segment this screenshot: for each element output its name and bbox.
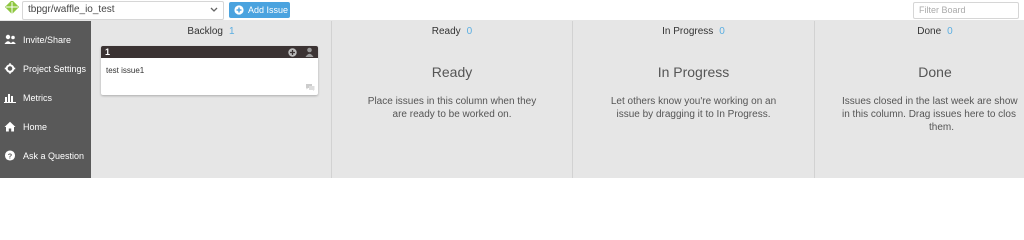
chevron-down-icon: [210, 7, 218, 12]
column-name: Backlog: [187, 26, 223, 37]
column-empty-title: In Progress: [657, 64, 730, 80]
issue-title: test issue1: [106, 66, 145, 75]
add-issue-button[interactable]: Add Issue: [229, 2, 290, 18]
add-issue-label: Add Issue: [248, 5, 289, 15]
sidebar-item-label: Metrics: [23, 93, 52, 103]
column-count: 1: [229, 26, 235, 37]
description-line: Issues closed in the last week are show: [842, 96, 1018, 107]
gear-icon: [4, 63, 16, 74]
description-line: issue by dragging it to In Progress.: [616, 109, 771, 120]
column-empty-title: Ready: [431, 64, 473, 80]
column-name: Ready: [431, 26, 461, 37]
svg-text:?: ?: [8, 151, 13, 160]
column-in-progress[interactable]: In Progress 0 In Progress Let others know…: [573, 21, 815, 178]
waffle-logo-icon[interactable]: [4, 1, 20, 17]
sidebar-item-project-settings[interactable]: Project Settings: [0, 54, 91, 82]
column-header: Done 0: [815, 26, 1024, 37]
column-header: Backlog 1: [91, 26, 331, 37]
top-bar: tbpgr/waffle_io_test Add Issue Filter Bo…: [0, 0, 1024, 21]
issue-card[interactable]: 1 test issue1: [101, 46, 318, 95]
description-line: them.: [929, 122, 955, 133]
users-icon: [4, 34, 16, 44]
bar-chart-icon: [4, 94, 16, 103]
column-ready[interactable]: Ready 0 Ready Place issues in this column…: [332, 21, 573, 178]
description-line: in this column. Drag issues here to clos: [842, 109, 1016, 120]
sidebar-item-label: Home: [23, 122, 48, 132]
repo-name: tbpgr/waffle_io_test: [28, 4, 115, 15]
comment-icon: [306, 84, 315, 91]
board: Backlog 1 1 test issue1 Ready 0 Ready Pl…: [91, 21, 1024, 178]
column-header: In Progress 0: [573, 26, 814, 37]
repo-selector[interactable]: tbpgr/waffle_io_test: [22, 1, 224, 20]
sidebar-item-label: Invite/Share: [23, 35, 72, 45]
column-empty-title: Done: [918, 64, 952, 80]
column-count: 0: [947, 26, 953, 37]
column-empty-description: Let others know you're working on an iss…: [573, 95, 814, 121]
plus-circle-icon[interactable]: [288, 48, 297, 57]
column-count: 0: [466, 26, 473, 37]
description-line: are ready to be worked on.: [392, 109, 512, 120]
question-icon: ?: [4, 150, 16, 161]
description-line: Place issues in this column when they: [367, 96, 537, 107]
sidebar-item-home[interactable]: Home: [0, 112, 91, 140]
sidebar-item-label: Ask a Question: [23, 151, 85, 161]
column-name: Done: [917, 26, 942, 37]
filter-placeholder: Filter Board: [919, 5, 966, 15]
issue-number: 1: [105, 47, 111, 57]
home-icon: [4, 121, 16, 132]
sidebar-item-metrics[interactable]: Metrics: [0, 83, 91, 111]
column-backlog[interactable]: Backlog 1 1 test issue1: [91, 21, 332, 178]
column-empty-description: Issues closed in the last week are show …: [842, 95, 1018, 134]
sidebar-item-invite-share[interactable]: Invite/Share: [0, 25, 91, 53]
sidebar-item-label: Project Settings: [23, 64, 87, 74]
description-line: Let others know you're working on an: [610, 96, 777, 107]
column-done[interactable]: Done 0 Done Issues closed in the last wee…: [815, 21, 1024, 178]
sidebar: Invite/Share Project Settings Metrics Ho…: [0, 21, 91, 178]
plus-circle-icon: [234, 5, 244, 15]
sidebar-item-ask-question[interactable]: ? Ask a Question: [0, 141, 91, 169]
column-empty-description: Place issues in this column when they ar…: [332, 95, 572, 121]
filter-board-input[interactable]: Filter Board: [913, 2, 1019, 19]
column-header: Ready 0: [332, 26, 572, 37]
user-icon[interactable]: [305, 47, 314, 57]
column-count: 0: [719, 26, 725, 37]
column-name: In Progress: [662, 26, 714, 37]
card-header: 1: [101, 46, 318, 58]
